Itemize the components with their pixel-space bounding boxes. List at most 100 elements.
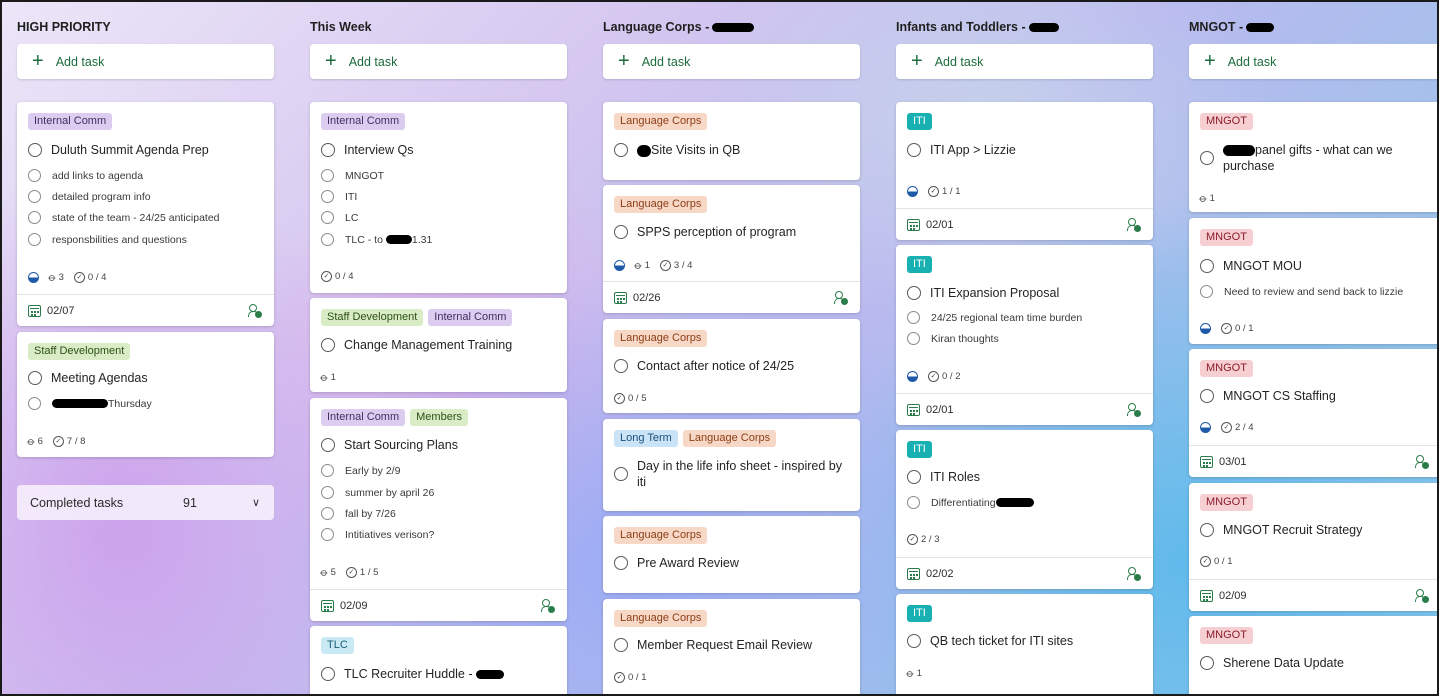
task-title[interactable]: Change Management Training <box>344 337 512 353</box>
subtask-checkbox[interactable] <box>907 496 920 509</box>
complete-checkbox[interactable] <box>321 667 335 681</box>
task-card[interactable]: Internal Comm Duluth Summit Agenda Prep … <box>17 102 274 326</box>
due-date[interactable]: 02/02 <box>907 567 954 580</box>
assign-icon[interactable] <box>1415 454 1429 469</box>
bucket-title[interactable]: Language Corps - <box>603 18 755 36</box>
assign-icon[interactable] <box>248 303 262 318</box>
bucket-title[interactable]: HIGH PRIORITY <box>17 18 111 36</box>
task-card[interactable]: ITI ITI App > Lizzie ✓ 1 / 1 02/01 <box>896 102 1153 240</box>
complete-checkbox[interactable] <box>321 338 335 352</box>
task-card[interactable]: ITI ITI Expansion Proposal 24/25 regiona… <box>896 245 1153 425</box>
add-task-button[interactable]: + Add task <box>896 44 1153 79</box>
task-title[interactable]: SPPS perception of program <box>637 224 796 240</box>
subtask-checkbox[interactable] <box>321 169 334 182</box>
complete-checkbox[interactable] <box>907 634 921 648</box>
subtask-checkbox[interactable] <box>907 332 920 345</box>
complete-checkbox[interactable] <box>614 556 628 570</box>
subtask-checkbox[interactable] <box>28 211 41 224</box>
bucket-title[interactable]: Infants and Toddlers - <box>896 18 1059 36</box>
complete-checkbox[interactable] <box>1200 523 1214 537</box>
add-task-button[interactable]: + Add task <box>310 44 567 79</box>
bucket-title[interactable]: MNGOT - <box>1189 18 1275 36</box>
assign-icon[interactable] <box>1127 566 1141 581</box>
complete-checkbox[interactable] <box>907 143 921 157</box>
due-date[interactable]: 02/01 <box>907 218 954 231</box>
task-title[interactable]: MNGOT CS Staffing <box>1223 388 1336 404</box>
complete-checkbox[interactable] <box>321 143 335 157</box>
assign-icon[interactable] <box>1415 588 1429 603</box>
due-date[interactable]: 02/09 <box>321 599 368 612</box>
complete-checkbox[interactable] <box>614 467 628 481</box>
complete-checkbox[interactable] <box>907 470 921 484</box>
complete-checkbox[interactable] <box>1200 389 1214 403</box>
subtask-checkbox[interactable] <box>321 464 334 477</box>
task-card[interactable]: Language Corps SPPS perception of progra… <box>603 185 860 313</box>
task-title[interactable]: Day in the life info sheet - inspired by… <box>637 458 846 490</box>
task-title[interactable]: TLC Recruiter Huddle - <box>344 666 504 682</box>
task-title[interactable]: Site Visits in QB <box>637 142 740 158</box>
task-title[interactable]: Start Sourcing Plans <box>344 437 458 453</box>
task-title[interactable]: MNGOT Recruit Strategy <box>1223 522 1362 538</box>
task-title[interactable]: Interview Qs <box>344 142 413 158</box>
subtask-checkbox[interactable] <box>321 233 334 246</box>
subtask-checkbox[interactable] <box>321 528 334 541</box>
complete-checkbox[interactable] <box>1200 151 1214 165</box>
complete-checkbox[interactable] <box>614 143 628 157</box>
task-card[interactable]: Staff Development Internal Comm Change M… <box>310 298 567 392</box>
complete-checkbox[interactable] <box>614 359 628 373</box>
task-title[interactable]: Sherene Data Update <box>1223 655 1344 671</box>
assign-icon[interactable] <box>1127 402 1141 417</box>
complete-checkbox[interactable] <box>28 143 42 157</box>
subtask-checkbox[interactable] <box>321 211 334 224</box>
task-card[interactable]: Staff Development Meeting Agendas Thursd… <box>17 332 274 457</box>
due-date[interactable]: 02/01 <box>907 403 954 416</box>
task-card[interactable]: MNGOT panel gifts - what can we purchase… <box>1189 102 1437 212</box>
subtask-checkbox[interactable] <box>28 190 41 203</box>
subtask-checkbox[interactable] <box>28 169 41 182</box>
task-card[interactable]: MNGOT MNGOT CS Staffing ✓ 2 / 4 03/01 <box>1189 349 1437 477</box>
task-title[interactable]: panel gifts - what can we purchase <box>1223 142 1430 174</box>
subtask-checkbox[interactable] <box>28 233 41 246</box>
assign-icon[interactable] <box>541 598 555 613</box>
task-title[interactable]: Member Request Email Review <box>637 637 812 653</box>
task-card[interactable]: Language Corps Pre Award Review <box>603 516 860 593</box>
subtask-checkbox[interactable] <box>321 190 334 203</box>
complete-checkbox[interactable] <box>1200 259 1214 273</box>
subtask-checkbox[interactable] <box>907 311 920 324</box>
complete-checkbox[interactable] <box>28 371 42 385</box>
task-card[interactable]: MNGOT MNGOT MOU Need to review and send … <box>1189 218 1437 344</box>
task-title[interactable]: QB tech ticket for ITI sites <box>930 633 1073 649</box>
task-card[interactable]: ITI QB tech ticket for ITI sites ⌀ 1 <box>896 594 1153 694</box>
add-task-button[interactable]: + Add task <box>17 44 274 79</box>
complete-checkbox[interactable] <box>614 225 628 239</box>
task-title[interactable]: Meeting Agendas <box>51 370 148 386</box>
bucket-title[interactable]: This Week <box>310 18 372 36</box>
subtask-checkbox[interactable] <box>321 486 334 499</box>
task-title[interactable]: ITI Roles <box>930 469 980 485</box>
task-card[interactable]: Language Corps Site Visits in QB <box>603 102 860 180</box>
complete-checkbox[interactable] <box>907 286 921 300</box>
task-card[interactable]: Long Term Language Corps Day in the life… <box>603 419 860 511</box>
task-card[interactable]: Internal Comm Members Start Sourcing Pla… <box>310 398 567 621</box>
subtask-checkbox[interactable] <box>1200 285 1213 298</box>
task-title[interactable]: ITI Expansion Proposal <box>930 285 1059 301</box>
due-date[interactable]: 02/26 <box>614 291 661 304</box>
due-date[interactable]: 02/09 <box>1200 589 1247 602</box>
complete-checkbox[interactable] <box>1200 656 1214 670</box>
task-card[interactable]: Language Corps Member Request Email Revi… <box>603 599 860 694</box>
task-card[interactable]: ITI ITI Roles Differentiating ✓ 2 / 3 02/… <box>896 430 1153 589</box>
assign-icon[interactable] <box>1127 217 1141 232</box>
complete-checkbox[interactable] <box>321 438 335 452</box>
task-title[interactable]: Duluth Summit Agenda Prep <box>51 142 209 158</box>
due-date[interactable]: 02/07 <box>28 304 75 317</box>
task-card[interactable]: TLC TLC Recruiter Huddle - <box>310 626 567 694</box>
completed-tasks-toggle[interactable]: Completed tasks 91 ∨ <box>17 485 274 520</box>
task-card[interactable]: MNGOT Sherene Data Update <box>1189 616 1437 694</box>
add-task-button[interactable]: + Add task <box>1189 44 1437 79</box>
task-card[interactable]: Language Corps Contact after notice of 2… <box>603 319 860 413</box>
due-date[interactable]: 03/01 <box>1200 455 1247 468</box>
add-task-button[interactable]: + Add task <box>603 44 860 79</box>
task-title[interactable]: Pre Award Review <box>637 555 739 571</box>
subtask-checkbox[interactable] <box>321 507 334 520</box>
assign-icon[interactable] <box>834 290 848 305</box>
